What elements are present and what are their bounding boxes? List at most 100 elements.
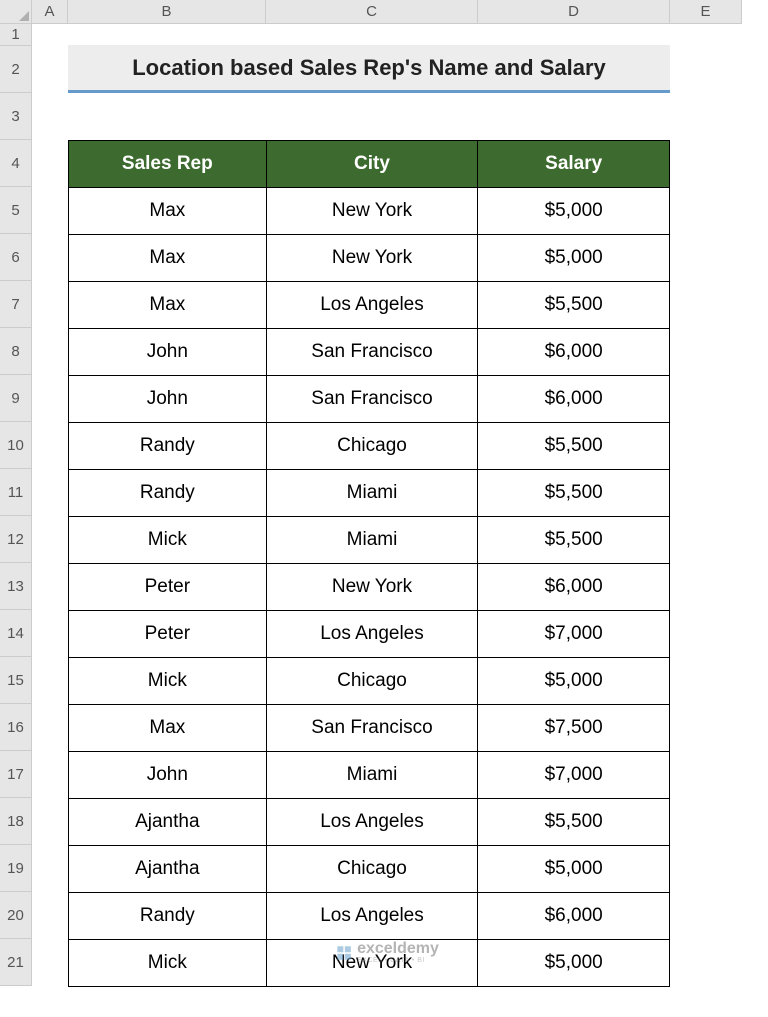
cell-salary[interactable]: $5,500 (478, 517, 670, 564)
cell-rep[interactable]: Max (69, 705, 267, 752)
cell-city[interactable]: New York (266, 235, 478, 282)
row-head-14[interactable]: 14 (0, 610, 32, 657)
cell-city[interactable]: Miami (266, 470, 478, 517)
header-city[interactable]: City (266, 141, 478, 188)
header-salary[interactable]: Salary (478, 141, 670, 188)
worksheet-area[interactable]: Location based Sales Rep's Name and Sala… (32, 24, 742, 986)
cell-salary[interactable]: $6,000 (478, 893, 670, 940)
cell-city[interactable]: Los Angeles (266, 282, 478, 329)
table-row[interactable]: MaxNew York$5,000 (69, 235, 670, 282)
table-row[interactable]: JohnMiami$7,000 (69, 752, 670, 799)
cell-rep[interactable]: Randy (69, 423, 267, 470)
table-row[interactable]: AjanthaLos Angeles$5,500 (69, 799, 670, 846)
cell-city[interactable]: San Francisco (266, 705, 478, 752)
row-head-1[interactable]: 1 (0, 24, 32, 46)
cell-city[interactable]: San Francisco (266, 329, 478, 376)
cell-salary[interactable]: $7,000 (478, 752, 670, 799)
col-head-B[interactable]: B (68, 0, 266, 24)
row-head-7[interactable]: 7 (0, 281, 32, 328)
col-head-A[interactable]: A (32, 0, 68, 24)
row-head-17[interactable]: 17 (0, 751, 32, 798)
cell-salary[interactable]: $5,500 (478, 799, 670, 846)
cell-rep[interactable]: Peter (69, 564, 267, 611)
col-head-E[interactable]: E (670, 0, 742, 24)
row-head-16[interactable]: 16 (0, 704, 32, 751)
select-all-corner[interactable] (0, 0, 32, 24)
cell-city[interactable]: New York (266, 564, 478, 611)
row-head-11[interactable]: 11 (0, 469, 32, 516)
cell-salary[interactable]: $5,500 (478, 282, 670, 329)
table-row[interactable]: JohnSan Francisco$6,000 (69, 329, 670, 376)
cell-salary[interactable]: $5,000 (478, 846, 670, 893)
cell-salary[interactable]: $6,000 (478, 564, 670, 611)
table-header-row: Sales Rep City Salary (69, 141, 670, 188)
cell-rep[interactable]: Max (69, 282, 267, 329)
row-head-3[interactable]: 3 (0, 93, 32, 140)
cell-city[interactable]: New York (266, 940, 478, 987)
cell-rep[interactable]: Max (69, 188, 267, 235)
cell-rep[interactable]: Randy (69, 470, 267, 517)
col-head-C[interactable]: C (266, 0, 478, 24)
cell-rep[interactable]: Mick (69, 658, 267, 705)
cell-salary[interactable]: $5,000 (478, 940, 670, 987)
row-head-18[interactable]: 18 (0, 798, 32, 845)
row-head-9[interactable]: 9 (0, 375, 32, 422)
cell-salary[interactable]: $6,000 (478, 376, 670, 423)
cell-city[interactable]: Los Angeles (266, 611, 478, 658)
cell-city[interactable]: Los Angeles (266, 799, 478, 846)
cell-city[interactable]: Chicago (266, 658, 478, 705)
cell-rep[interactable]: Ajantha (69, 799, 267, 846)
row-head-20[interactable]: 20 (0, 892, 32, 939)
table-row[interactable]: MaxLos Angeles$5,500 (69, 282, 670, 329)
table-row[interactable]: JohnSan Francisco$6,000 (69, 376, 670, 423)
table-row[interactable]: RandyMiami$5,500 (69, 470, 670, 517)
table-row[interactable]: MaxNew York$5,000 (69, 188, 670, 235)
cell-rep[interactable]: John (69, 376, 267, 423)
col-head-D[interactable]: D (478, 0, 670, 24)
cell-rep[interactable]: Mick (69, 940, 267, 987)
cell-rep[interactable]: Randy (69, 893, 267, 940)
cell-city[interactable]: Chicago (266, 846, 478, 893)
table-row[interactable]: PeterNew York$6,000 (69, 564, 670, 611)
row-head-21[interactable]: 21 (0, 939, 32, 986)
cell-rep[interactable]: Mick (69, 517, 267, 564)
table-row[interactable]: PeterLos Angeles$7,000 (69, 611, 670, 658)
row-head-6[interactable]: 6 (0, 234, 32, 281)
cell-salary[interactable]: $5,500 (478, 423, 670, 470)
table-row[interactable]: RandyChicago$5,500 (69, 423, 670, 470)
cell-city[interactable]: Los Angeles (266, 893, 478, 940)
cell-salary[interactable]: $7,000 (478, 611, 670, 658)
row-head-13[interactable]: 13 (0, 563, 32, 610)
row-head-2[interactable]: 2 (0, 46, 32, 93)
cell-city[interactable]: Miami (266, 752, 478, 799)
header-sales-rep[interactable]: Sales Rep (69, 141, 267, 188)
row-head-12[interactable]: 12 (0, 516, 32, 563)
row-head-4[interactable]: 4 (0, 140, 32, 187)
row-head-19[interactable]: 19 (0, 845, 32, 892)
cell-city[interactable]: New York (266, 188, 478, 235)
cell-city[interactable]: Miami (266, 517, 478, 564)
cell-salary[interactable]: $5,000 (478, 188, 670, 235)
table-row[interactable]: MickMiami$5,500 (69, 517, 670, 564)
row-head-15[interactable]: 15 (0, 657, 32, 704)
cell-city[interactable]: San Francisco (266, 376, 478, 423)
cell-salary[interactable]: $6,000 (478, 329, 670, 376)
cell-rep[interactable]: John (69, 329, 267, 376)
cell-city[interactable]: Chicago (266, 423, 478, 470)
cell-salary[interactable]: $5,000 (478, 658, 670, 705)
row-head-8[interactable]: 8 (0, 328, 32, 375)
cell-rep[interactable]: Max (69, 235, 267, 282)
cell-salary[interactable]: $5,000 (478, 235, 670, 282)
cell-salary[interactable]: $5,500 (478, 470, 670, 517)
cell-rep[interactable]: John (69, 752, 267, 799)
table-row[interactable]: MickChicago$5,000 (69, 658, 670, 705)
table-row[interactable]: AjanthaChicago$5,000 (69, 846, 670, 893)
cell-salary[interactable]: $7,500 (478, 705, 670, 752)
row-head-5[interactable]: 5 (0, 187, 32, 234)
table-row[interactable]: RandyLos Angeles$6,000 (69, 893, 670, 940)
table-row[interactable]: MaxSan Francisco$7,500 (69, 705, 670, 752)
cell-rep[interactable]: Peter (69, 611, 267, 658)
row-head-10[interactable]: 10 (0, 422, 32, 469)
cell-rep[interactable]: Ajantha (69, 846, 267, 893)
table-row[interactable]: MickNew York$5,000 (69, 940, 670, 987)
